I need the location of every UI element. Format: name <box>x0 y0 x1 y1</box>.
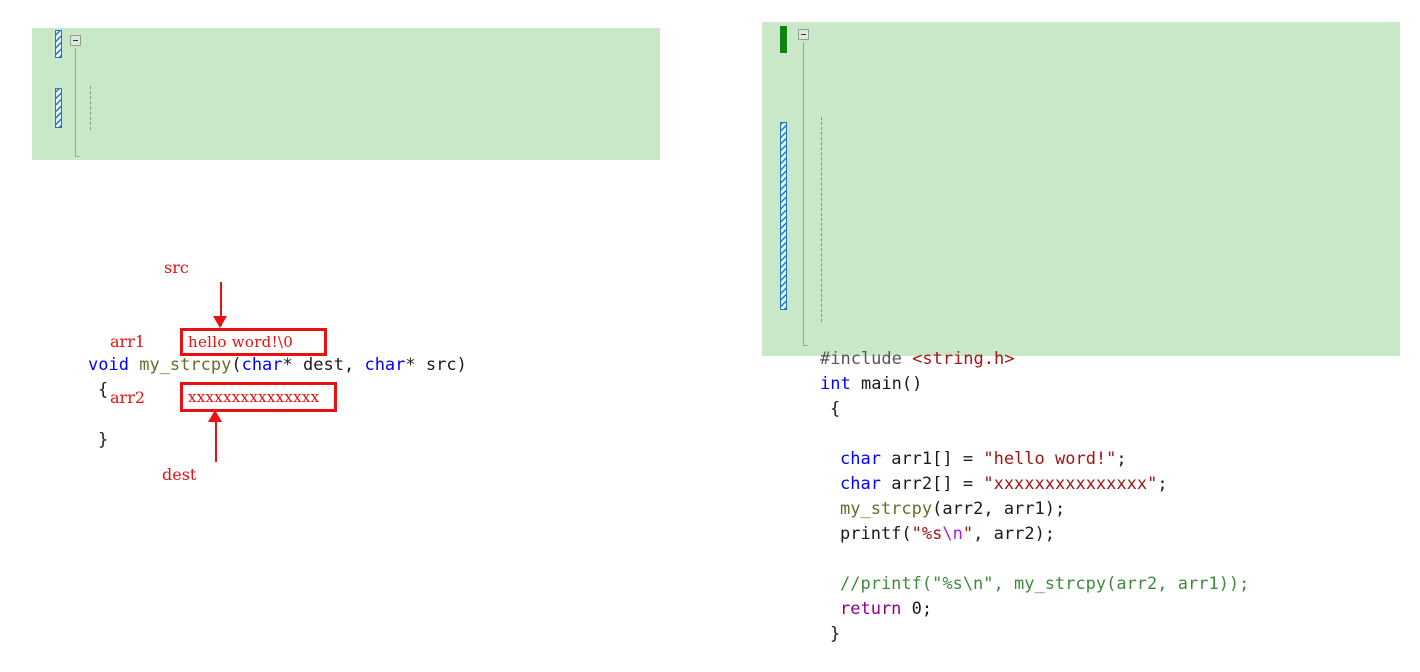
code-token: <string.h> <box>912 349 1015 369</box>
code-line[interactable]: return 0; <box>762 597 1400 622</box>
outlining-guide-foot <box>75 156 80 157</box>
code-token: #include <box>820 349 913 369</box>
code-line[interactable]: #include <string.h> <box>762 347 1400 372</box>
code-line[interactable]: char arr1[] = "hello word!"; <box>762 447 1400 472</box>
code-token: main <box>860 374 902 394</box>
code-token: ( <box>901 524 912 544</box>
code-token: " <box>962 524 974 544</box>
code-line[interactable]: //printf("%s\n", my_strcpy(arr2, arr1)); <box>762 572 1400 597</box>
code-token: arr2 <box>891 474 933 494</box>
indent-guide <box>90 86 91 130</box>
code-token: 0 <box>911 599 922 619</box>
code-line[interactable]: } <box>762 622 1400 647</box>
memory-pointer-diagram: src arr1 hello word!\0 arr2 xxxxxxxxxxxx… <box>100 250 400 500</box>
code-token: () <box>901 374 923 394</box>
code-token: int <box>820 374 851 394</box>
outlining-guide-line <box>803 42 804 345</box>
code-token: arr1 <box>891 449 933 469</box>
code-token: my_strcpy <box>840 499 933 519</box>
saved-change-bar <box>780 26 787 53</box>
outlining-guide-line <box>75 48 76 156</box>
code-block-main[interactable]: #include <string.h> int main(){ char arr1… <box>762 22 1400 644</box>
code-token: ; <box>921 599 933 619</box>
code-token: [] = <box>932 474 984 494</box>
code-token: , <box>983 499 1004 519</box>
code-token: { <box>830 399 841 419</box>
src-arrow-down-icon <box>213 316 227 328</box>
collapse-minus-icon[interactable] <box>798 29 809 40</box>
code-token: src <box>425 355 457 375</box>
code-token: , <box>973 524 994 544</box>
code-token: } <box>830 624 841 644</box>
arr1-label: arr1 <box>110 332 146 351</box>
code-token: ) <box>456 355 467 375</box>
code-token: \n <box>942 524 963 544</box>
code-token: printf <box>840 524 902 544</box>
code-token: ; <box>1116 449 1127 469</box>
code-token: char <box>840 449 881 469</box>
code-token: "%s <box>911 524 943 544</box>
code-token: "xxxxxxxxxxxxxxx" <box>983 474 1158 494</box>
code-lines: #include <string.h> int main(){ char arr1… <box>762 347 1400 647</box>
code-line[interactable] <box>762 547 1400 572</box>
collapse-minus-icon[interactable] <box>70 35 81 46</box>
code-token: arr1 <box>1003 499 1045 519</box>
code-token: arr2 <box>942 499 984 519</box>
code-token: ; <box>1157 474 1168 494</box>
unsaved-change-bar <box>55 88 62 128</box>
code-token: ); <box>1044 499 1066 519</box>
code-block-my-strcpy[interactable]: void my_strcpy(char* dest, char* src){ } <box>32 28 660 450</box>
code-line[interactable]: printf("%s\n", arr2); <box>762 522 1400 547</box>
indent-guide <box>821 117 822 322</box>
arr2-label: arr2 <box>110 388 146 407</box>
code-token: [] = <box>932 449 984 469</box>
code-token: * <box>405 355 426 375</box>
code-token: return <box>840 599 902 619</box>
dest-pointer-label: dest <box>162 465 197 484</box>
src-pointer-label: src <box>164 258 189 277</box>
outlining-guide-foot <box>803 345 808 346</box>
code-token: //printf("%s\n", my_strcpy(arr2, arr1)); <box>840 574 1250 594</box>
code-line[interactable]: int main() <box>762 372 1400 397</box>
code-line[interactable]: my_strcpy(arr2, arr1); <box>762 497 1400 522</box>
code-token: char <box>840 474 881 494</box>
dest-arrow-shaft <box>215 418 217 462</box>
code-line[interactable]: char arr2[] = "xxxxxxxxxxxxxxx"; <box>762 472 1400 497</box>
code-token: "hello word!" <box>983 449 1117 469</box>
unsaved-change-bar <box>780 122 787 310</box>
code-line[interactable] <box>762 422 1400 447</box>
unsaved-change-bar <box>55 30 62 58</box>
arr2-memory-box: xxxxxxxxxxxxxxx <box>180 382 337 412</box>
code-token: arr2 <box>993 524 1035 544</box>
code-token: ); <box>1034 524 1056 544</box>
arr1-memory-box: hello word!\0 <box>180 328 327 356</box>
code-line[interactable]: { <box>762 397 1400 422</box>
code-token: ( <box>932 499 943 519</box>
